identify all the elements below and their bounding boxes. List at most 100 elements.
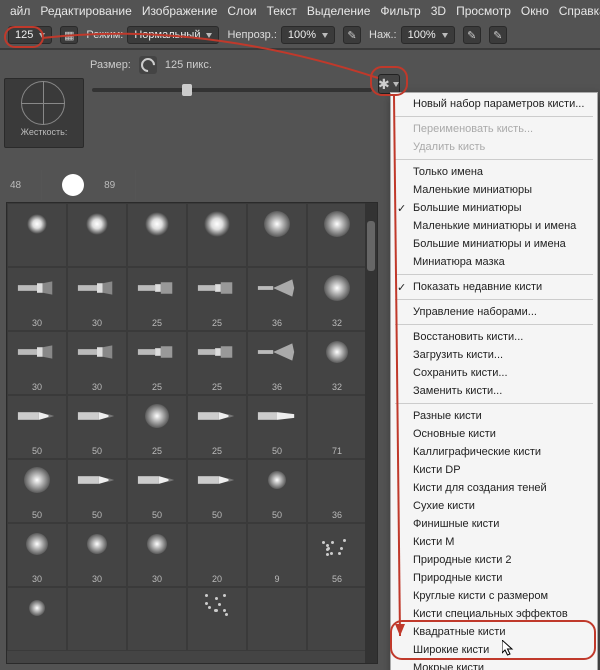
brush-preset-cell[interactable]: 50 — [67, 459, 127, 523]
brush-preset-cell[interactable]: 25 — [187, 331, 247, 395]
menu-item[interactable]: Кисти DP — [391, 461, 597, 479]
brush-preset-cell[interactable]: 25 — [187, 267, 247, 331]
brush-preset-cell[interactable] — [67, 587, 127, 651]
menu-item[interactable]: Финишные кисти — [391, 515, 597, 533]
recent-size-0[interactable]: 48 — [10, 180, 21, 191]
menu-view[interactable]: Просмотр — [456, 4, 511, 18]
menu-window[interactable]: Окно — [521, 4, 549, 18]
brush-preset-cell[interactable]: 36 — [247, 267, 307, 331]
recent-size-2[interactable]: 89 — [104, 180, 115, 191]
brush-preset-context-menu[interactable]: Новый набор параметров кисти...Переимено… — [390, 92, 598, 670]
flow-dropdown[interactable]: 100% — [401, 26, 455, 44]
menu-3d[interactable]: 3D — [431, 4, 446, 18]
brush-preset-cell[interactable]: 25 — [127, 267, 187, 331]
brush-preset-cell[interactable]: 50 — [247, 459, 307, 523]
menu-item[interactable]: Кисти специальных эффектов — [391, 605, 597, 623]
brush-preset-cell[interactable]: 9 — [247, 523, 307, 587]
menu-file[interactable]: айл — [10, 4, 30, 18]
brush-preset-cell[interactable]: 32 — [307, 331, 367, 395]
brush-preset-cell[interactable]: 30 — [127, 523, 187, 587]
menu-select[interactable]: Выделение — [307, 4, 371, 18]
menu-filter[interactable]: Фильтр — [380, 4, 420, 18]
brush-preset-cell[interactable]: 20 — [187, 523, 247, 587]
brush-preset-cell[interactable] — [7, 203, 67, 267]
menu-item[interactable]: Большие миниатюры и имена — [391, 235, 597, 253]
brush-preset-cell[interactable] — [247, 203, 307, 267]
brush-preset-cell[interactable]: 36 — [307, 459, 367, 523]
brush-preset-cell[interactable]: 50 — [127, 459, 187, 523]
size-reset-button[interactable] — [139, 56, 157, 74]
brush-preset-cell[interactable]: 30 — [67, 523, 127, 587]
brush-preset-cell[interactable]: 36 — [247, 331, 307, 395]
brush-preset-cell[interactable] — [67, 203, 127, 267]
menu-item[interactable]: Показать недавние кисти — [391, 278, 597, 296]
brush-preset-cell[interactable] — [307, 203, 367, 267]
menu-item[interactable]: Заменить кисти... — [391, 382, 597, 400]
recent-brush-icon[interactable] — [62, 174, 84, 196]
pressure-size-button[interactable]: ✎ — [489, 26, 507, 44]
brush-grid-scrollbar[interactable] — [365, 203, 377, 663]
menu-item[interactable]: Разные кисти — [391, 407, 597, 425]
menu-image[interactable]: Изображение — [142, 4, 218, 18]
brush-preset-cell[interactable]: 30 — [7, 331, 67, 395]
menu-text[interactable]: Текст — [267, 4, 297, 18]
panel-toggle-button[interactable]: ▦ — [60, 26, 78, 44]
brush-preset-cell[interactable] — [7, 587, 67, 651]
brush-preset-cell[interactable]: 25 — [127, 331, 187, 395]
menu-item[interactable]: Новый набор параметров кисти... — [391, 95, 597, 113]
brush-preset-cell[interactable] — [127, 203, 187, 267]
brush-preset-menu-button[interactable] — [378, 74, 400, 94]
brush-size-picker[interactable]: 125 — [8, 26, 52, 44]
brush-preset-cell[interactable]: 71 — [307, 395, 367, 459]
brush-preset-cell[interactable] — [247, 587, 307, 651]
brush-preset-cell[interactable]: 30 — [67, 331, 127, 395]
brush-preset-cell[interactable]: 50 — [247, 395, 307, 459]
menu-item[interactable]: Сухие кисти — [391, 497, 597, 515]
brush-preset-cell[interactable] — [127, 587, 187, 651]
size-slider-thumb[interactable] — [182, 84, 192, 96]
brush-preset-cell[interactable]: 56 — [307, 523, 367, 587]
menu-item[interactable]: Каллиграфические кисти — [391, 443, 597, 461]
menu-item[interactable]: Большие миниатюры — [391, 199, 597, 217]
brush-angle-control[interactable] — [9, 81, 79, 121]
brush-preset-cell[interactable]: 30 — [7, 267, 67, 331]
menu-item[interactable]: Управление наборами... — [391, 303, 597, 321]
brush-preset-cell[interactable]: 50 — [187, 459, 247, 523]
menu-item[interactable]: Загрузить кисти... — [391, 346, 597, 364]
menu-edit[interactable]: Редактирование — [40, 4, 131, 18]
menu-item[interactable]: Круглые кисти с размером — [391, 587, 597, 605]
brush-preset-cell[interactable] — [187, 203, 247, 267]
brush-preset-cell[interactable]: 32 — [307, 267, 367, 331]
brush-preset-cell[interactable] — [307, 587, 367, 651]
menu-item[interactable]: Квадратные кисти — [391, 623, 597, 641]
menu-item[interactable]: Кисти для создания теней — [391, 479, 597, 497]
brush-preset-cell[interactable]: 25 — [187, 395, 247, 459]
menu-item[interactable]: Природные кисти 2 — [391, 551, 597, 569]
brush-preset-cell[interactable]: 30 — [7, 523, 67, 587]
blend-mode-dropdown[interactable]: Нормальный — [127, 26, 219, 44]
menu-item[interactable]: Кисти М — [391, 533, 597, 551]
menu-item[interactable]: Широкие кисти — [391, 641, 597, 659]
menu-item[interactable]: Маленькие миниатюры — [391, 181, 597, 199]
brush-preset-cell[interactable]: 30 — [67, 267, 127, 331]
brush-preset-cell[interactable] — [187, 587, 247, 651]
menu-help[interactable]: Справка — [559, 4, 600, 18]
menu-item[interactable]: Маленькие миниатюры и имена — [391, 217, 597, 235]
menu-item[interactable]: Сохранить кисти... — [391, 364, 597, 382]
airbrush-button[interactable]: ✎ — [463, 26, 481, 44]
menu-item[interactable]: Миниатюра мазка — [391, 253, 597, 271]
menu-item[interactable]: Основные кисти — [391, 425, 597, 443]
brush-preset-cell[interactable]: 25 — [127, 395, 187, 459]
menu-layers[interactable]: Слои — [227, 4, 256, 18]
menu-item[interactable]: Восстановить кисти... — [391, 328, 597, 346]
menu-item[interactable]: Мокрые кисти — [391, 659, 597, 670]
menu-item[interactable]: Природные кисти — [391, 569, 597, 587]
menu-item[interactable]: Только имена — [391, 163, 597, 181]
brush-preset-cell[interactable]: 50 — [67, 395, 127, 459]
pressure-opacity-button[interactable]: ✎ — [343, 26, 361, 44]
size-slider[interactable] — [92, 88, 372, 92]
brush-preset-cell[interactable]: 50 — [7, 395, 67, 459]
scrollbar-handle[interactable] — [367, 221, 375, 271]
brush-preset-cell[interactable]: 50 — [7, 459, 67, 523]
opacity-dropdown[interactable]: 100% — [281, 26, 335, 44]
